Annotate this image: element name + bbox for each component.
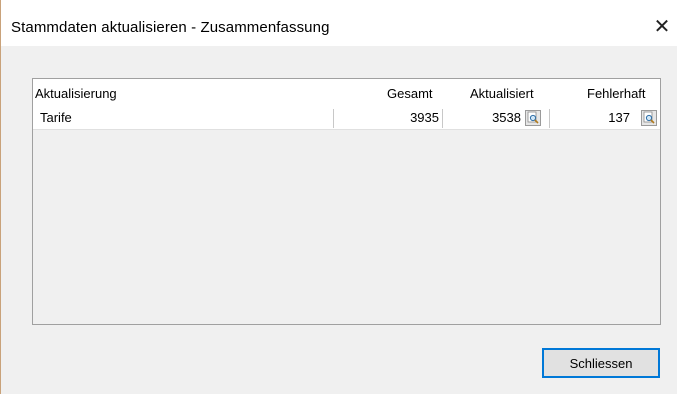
row-fehlerhaft: 137 — [608, 110, 630, 125]
list-header: Aktualisierung Gesamt Aktualisiert Fehle… — [33, 79, 660, 107]
column-header-aktualisiert[interactable]: Aktualisiert — [470, 86, 534, 101]
summary-list[interactable]: Aktualisierung Gesamt Aktualisiert Fehle… — [32, 78, 661, 325]
row-name: Tarife — [40, 110, 72, 125]
title-bar: Stammdaten aktualisieren - Zusammenfassu… — [1, 0, 677, 46]
close-icon[interactable]: ✕ — [648, 12, 676, 40]
column-header-aktualisierung[interactable]: Aktualisierung — [35, 86, 117, 101]
magnifier-icon[interactable] — [641, 110, 657, 126]
dialog-window: Stammdaten aktualisieren - Zusammenfassu… — [0, 0, 677, 394]
column-header-gesamt[interactable]: Gesamt — [387, 86, 433, 101]
row-aktualisiert: 3538 — [492, 110, 521, 125]
dialog-title: Stammdaten aktualisieren - Zusammenfassu… — [11, 19, 330, 36]
column-header-fehlerhaft[interactable]: Fehlerhaft — [587, 86, 646, 101]
magnifier-icon[interactable] — [525, 110, 541, 126]
table-row[interactable]: Tarife 3935 3538 137 — [33, 107, 660, 130]
row-gesamt: 3935 — [410, 110, 439, 125]
close-button[interactable]: Schliessen — [542, 348, 660, 378]
